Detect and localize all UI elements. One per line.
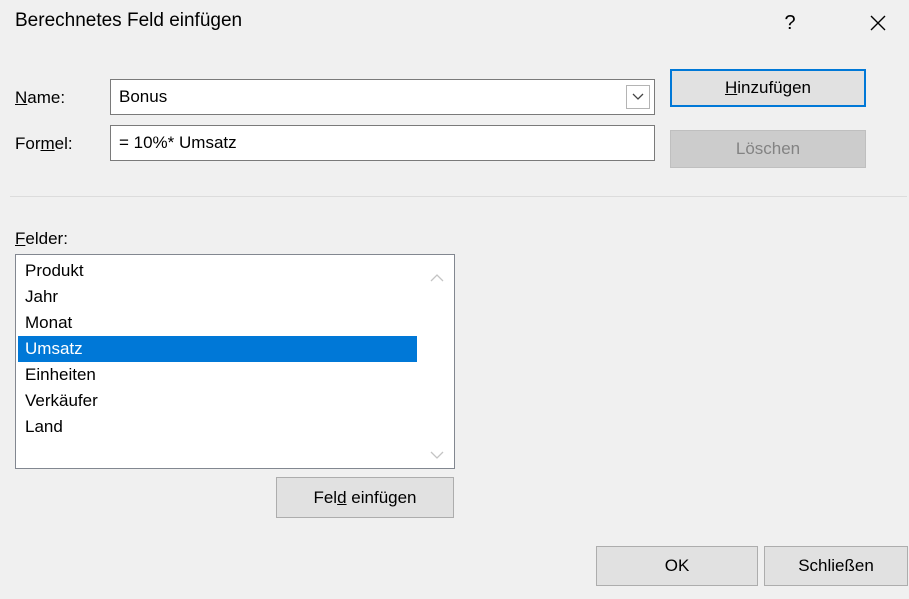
- list-item-monat[interactable]: Monat: [18, 310, 417, 336]
- chevron-down-icon: [430, 451, 444, 459]
- list-item-produkt[interactable]: Produkt: [18, 258, 417, 284]
- list-item-umsatz[interactable]: Umsatz: [18, 336, 417, 362]
- separator: [10, 196, 907, 197]
- scroll-down-button[interactable]: [430, 445, 444, 459]
- ok-button[interactable]: OK: [596, 546, 758, 586]
- help-icon: ?: [784, 11, 796, 34]
- formula-value: = 10%* Umsatz: [119, 133, 237, 152]
- fields-listbox[interactable]: Produkt Jahr Monat Umsatz Einheiten Verk…: [15, 254, 455, 469]
- chevron-up-icon: [430, 274, 444, 282]
- list-item-verkaeufer[interactable]: Verkäufer: [18, 388, 417, 414]
- name-combobox[interactable]: Bonus: [110, 79, 655, 115]
- name-dropdown-button[interactable]: [622, 81, 653, 113]
- fields-label: Felder:: [15, 229, 68, 248]
- scroll-up-button[interactable]: [430, 268, 444, 282]
- dialog-title: Berechnetes Feld einfügen: [15, 10, 243, 31]
- help-button[interactable]: ?: [770, 6, 810, 40]
- add-button[interactable]: Hinzufügen: [670, 69, 866, 107]
- close-dialog-button[interactable]: Schließen: [764, 546, 908, 586]
- chevron-down-icon: [632, 93, 644, 100]
- list-item-jahr[interactable]: Jahr: [18, 284, 417, 310]
- formula-label: Formel:: [15, 134, 73, 153]
- name-label: Name:: [15, 88, 66, 107]
- close-icon: [870, 15, 886, 31]
- close-button[interactable]: [858, 6, 898, 40]
- list-item-einheiten[interactable]: Einheiten: [18, 362, 417, 388]
- list-item-land[interactable]: Land: [18, 414, 417, 440]
- delete-button[interactable]: Löschen: [670, 130, 866, 168]
- name-value: Bonus: [119, 87, 168, 106]
- insert-field-button[interactable]: Fel d einfügen: [276, 477, 454, 518]
- formula-input[interactable]: = 10%* Umsatz: [110, 125, 655, 161]
